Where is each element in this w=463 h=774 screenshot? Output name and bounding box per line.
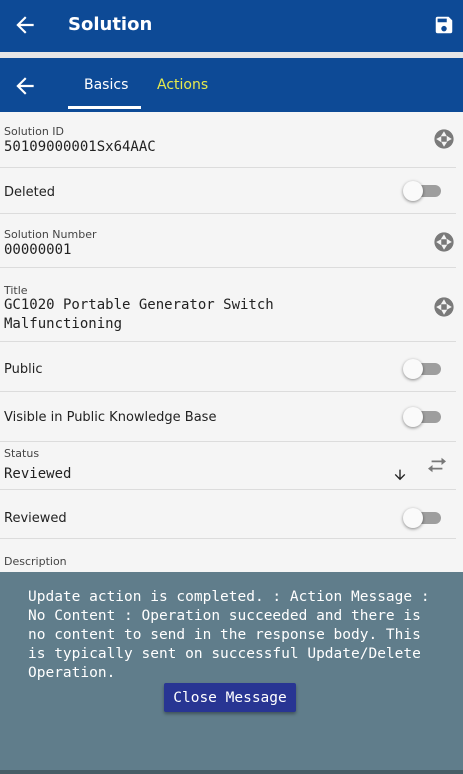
field-reviewed: Reviewed [0,490,456,539]
swap-icon[interactable] [426,456,448,474]
deleted-toggle[interactable] [403,180,441,202]
field-label: Deleted [4,185,55,200]
page-title: Solution [68,14,153,35]
field-solution-id: Solution ID 50109000001Sx64AAC [0,112,456,168]
status-value[interactable]: Reviewed [4,465,71,484]
field-label: Visible in Public Knowledge Base [4,410,217,425]
aperture-icon[interactable] [433,128,455,150]
tab-actions[interactable]: Actions [157,77,208,93]
arrow-left-icon[interactable] [12,12,38,38]
field-deleted: Deleted [0,168,456,214]
visible-kb-toggle[interactable] [403,406,441,428]
field-value: 00000001 [4,242,72,258]
field-label: Status [4,447,40,460]
field-label: Reviewed [4,511,67,526]
field-label: Solution Number [4,228,97,241]
aperture-icon[interactable] [433,296,455,318]
aperture-icon[interactable] [433,231,455,253]
active-tab-indicator [68,106,141,109]
message-overlay: Update action is completed. : Action Mes… [0,572,463,774]
field-visible-kb: Visible in Public Knowledge Base [0,392,456,442]
save-icon[interactable] [433,14,455,36]
app-bar: Solution [0,0,463,52]
field-public: Public [0,342,456,392]
arrow-down-icon[interactable] [392,467,408,483]
field-label: Solution ID [4,125,65,138]
overlay-bottom-edge [0,770,463,774]
tab-bar: Basics Actions [0,58,463,112]
field-label: Description [4,555,67,568]
reviewed-toggle[interactable] [403,507,441,529]
action-message: Update action is completed. : Action Mes… [28,589,430,681]
tab-basics[interactable]: Basics [84,77,128,93]
field-label: Public [4,362,43,377]
field-solution-number: Solution Number 00000001 [0,214,456,268]
public-toggle[interactable] [403,358,441,380]
arrow-left-icon[interactable] [12,73,38,99]
close-message-button[interactable]: Close Message [164,683,296,712]
field-value: 50109000001Sx64AAC [4,139,156,155]
field-title: Title GC1020 Portable Generator Switch M… [0,268,456,342]
field-value: GC1020 Portable Generator Switch Malfunc… [4,297,274,332]
field-status: Status Reviewed [0,442,456,490]
